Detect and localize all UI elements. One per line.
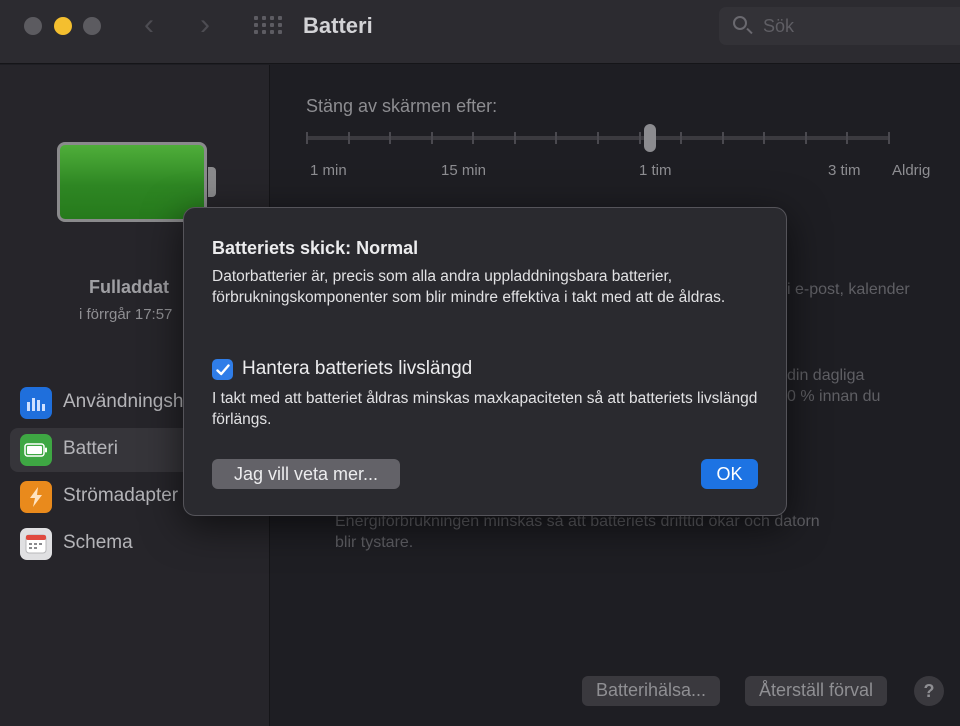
slider-tick — [888, 132, 890, 144]
slider-label-3-tim: 3 tim — [828, 162, 861, 179]
learn-more-button[interactable]: Jag vill veta mer... — [212, 459, 400, 489]
slider-label-aldrig: Aldrig — [892, 162, 931, 179]
lightning-icon — [20, 481, 52, 513]
slider-label-15-min: 15 min — [441, 162, 487, 179]
help-button[interactable]: ? — [914, 676, 944, 706]
battery-status-time: i förrgår 17:57 — [79, 306, 173, 323]
battery-health-dialog: Batteriets skick: Normal Datorbatterier … — [183, 207, 787, 516]
ok-button[interactable]: OK — [701, 459, 758, 489]
search-icon — [733, 16, 747, 30]
slider-tick — [472, 132, 475, 144]
dialog-title: Batteriets skick: Normal — [212, 238, 419, 258]
slider-tick — [389, 132, 392, 144]
window-title: Batteri — [303, 13, 373, 38]
search-placeholder: Sök — [763, 16, 795, 36]
slider-label-1-min: 1 min — [310, 162, 347, 179]
search-field[interactable]: Sök — [719, 7, 960, 45]
chevron-right-icon[interactable]: › — [200, 10, 210, 40]
battery-health-button[interactable]: Batterihälsa... — [582, 676, 721, 706]
show-all-grid-icon[interactable] — [254, 16, 282, 36]
manage-battery-label[interactable]: Hantera batteriets livslängd — [242, 358, 472, 380]
sidebar-item-label: Batteri — [63, 438, 118, 459]
battery-terminal — [208, 167, 216, 197]
background-setting-text: blir tystare. — [335, 534, 414, 551]
checkmark-icon — [215, 363, 230, 375]
slider-tick — [846, 132, 849, 144]
sidebar-item-label: Strömadapter — [63, 485, 179, 506]
manage-battery-checkbox[interactable] — [212, 359, 233, 380]
slider-label-1-tim: 1 tim — [639, 162, 672, 179]
slider-tick — [638, 132, 641, 144]
calendar-icon — [20, 528, 52, 560]
battery-icon — [20, 434, 52, 466]
slider-tick — [555, 132, 558, 144]
title-bar: ‹ › Batteri Sök — [0, 0, 960, 64]
slider-tick — [306, 132, 308, 144]
slider-tick — [513, 132, 516, 144]
bar-chart-icon — [20, 387, 52, 419]
restore-defaults-button[interactable]: Återställ förval — [745, 676, 888, 706]
battery-level-icon — [57, 142, 207, 222]
dialog-body: Datorbatterier är, precis som alla andra… — [212, 268, 726, 306]
slider-tick — [680, 132, 683, 144]
sidebar-item-label: Schema — [63, 532, 133, 553]
battery-status: Fulladdat — [89, 277, 169, 297]
sidebar-item-schedule[interactable]: Schema — [10, 522, 270, 566]
slider-tick — [430, 132, 433, 144]
display-off-slider-knob[interactable] — [644, 124, 656, 152]
display-off-slider-title: Stäng av skärmen efter: — [306, 96, 498, 116]
zoom-window-button[interactable] — [83, 17, 101, 35]
slider-tick — [347, 132, 350, 144]
close-window-button[interactable] — [24, 17, 42, 35]
slider-tick — [721, 132, 724, 144]
chevron-left-icon[interactable]: ‹ — [144, 10, 154, 40]
slider-tick — [804, 132, 807, 144]
manage-battery-description: I takt med att batteriet åldras minskas … — [212, 390, 758, 428]
slider-tick — [763, 132, 766, 144]
slider-tick — [597, 132, 599, 144]
background-setting-text: din dagliga — [787, 367, 865, 384]
background-setting-text: i e-post, kalender — [787, 281, 910, 298]
background-setting-text: 0 % innan du — [787, 388, 881, 405]
minimize-window-button[interactable] — [54, 17, 72, 35]
